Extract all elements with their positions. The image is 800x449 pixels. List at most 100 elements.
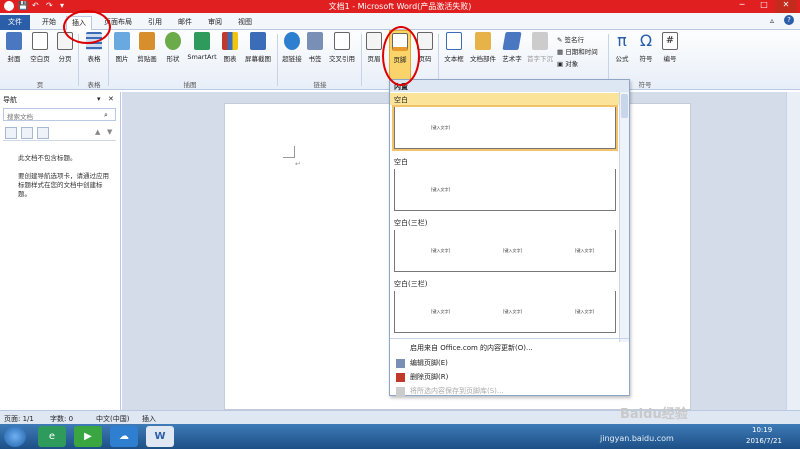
placeholder-text: [键入文字]	[503, 309, 523, 314]
footer-gallery-dropdown: 内置 空白 [键入文字] 空白 [键入文字] 空白(三栏) [键入文字] [键入…	[389, 79, 630, 396]
help-icon[interactable]: ?	[784, 15, 794, 25]
menu-remove-footer[interactable]: 删除页脚(R)	[394, 371, 626, 383]
menu-edit-footer[interactable]: 编辑页脚(E)	[394, 357, 626, 369]
screenshot-button[interactable]: 屏幕截图	[242, 32, 274, 63]
headings-view-icon[interactable]	[5, 127, 17, 139]
bookmark-button[interactable]: 书签	[306, 32, 324, 63]
template-label: 空白	[394, 158, 408, 166]
header-button[interactable]: 页眉	[364, 32, 384, 63]
results-view-icon[interactable]	[37, 127, 49, 139]
prev-result-icon[interactable]: ▲	[95, 128, 100, 136]
chart-icon	[222, 32, 238, 50]
crossref-button[interactable]: 交叉引用	[326, 32, 358, 63]
pi-icon: π	[617, 31, 627, 50]
iqiyi-icon[interactable]: ▶	[74, 426, 102, 447]
redo-icon[interactable]: ↷	[46, 1, 53, 11]
equation-button[interactable]: π 公式	[612, 31, 632, 64]
remove-footer-icon	[396, 373, 405, 382]
gallery-section-header: 内置	[390, 80, 629, 92]
crossref-icon	[334, 32, 350, 50]
close-button[interactable]: ✕	[775, 0, 797, 13]
footer-template-three-column-2[interactable]: [键入文字] [键入文字] [键入文字]	[394, 291, 616, 333]
nav-menu-icon[interactable]: ▾	[97, 95, 101, 103]
insert-mode[interactable]: 插入	[142, 414, 156, 424]
margin-marker	[283, 146, 295, 158]
pages-view-icon[interactable]	[21, 127, 33, 139]
maximize-button[interactable]: □	[753, 0, 775, 13]
cover-page-button[interactable]: 封面	[4, 32, 24, 63]
browser-icon[interactable]: e	[38, 426, 66, 447]
search-icon[interactable]: ⌕	[104, 111, 108, 120]
next-result-icon[interactable]: ▼	[107, 128, 112, 136]
clipart-icon	[139, 32, 155, 50]
menu-save-selection[interactable]: 将所选内容保存到页脚库(S)...	[394, 385, 626, 397]
tab-file[interactable]: 文件	[0, 15, 30, 30]
textbox-button[interactable]: 文本框	[442, 32, 466, 63]
shapes-icon	[165, 32, 181, 50]
header-icon	[366, 32, 382, 50]
hyperlink-globe-icon	[284, 32, 300, 50]
footer-template-three-column[interactable]: [键入文字] [键入文字] [键入文字]	[394, 230, 616, 272]
hyperlink-button[interactable]: 超链接	[280, 32, 304, 63]
app-icon[interactable]: ☁	[110, 426, 138, 447]
group-label-illustrations: 插图	[183, 81, 197, 89]
datetime-button[interactable]: ▦ 日期和时间	[557, 46, 598, 56]
omega-icon: Ω	[639, 31, 653, 50]
dropcap-button[interactable]: 首字下沉	[526, 32, 554, 63]
template-label: 空白(三栏)	[394, 280, 428, 288]
ribbon-collapse-icon[interactable]: ▵	[770, 16, 774, 25]
undo-icon[interactable]: ↶	[32, 1, 39, 11]
nav-title: 导航	[3, 96, 17, 104]
save-icon[interactable]: 💾	[18, 1, 28, 11]
shapes-button[interactable]: 形状	[162, 32, 184, 63]
title-bar: 文档1 - Microsoft Word(产品激活失败) 💾 ↶ ↷ ▾ ─ □…	[0, 0, 800, 13]
footer-template-blank[interactable]: [键入文字]	[392, 105, 618, 151]
tab-view[interactable]: 视图	[232, 16, 258, 30]
page-number-icon	[417, 32, 433, 50]
symbol-button[interactable]: Ω 符号	[636, 31, 656, 64]
picture-icon	[114, 32, 130, 50]
tab-mailings[interactable]: 邮件	[172, 16, 198, 30]
footer-template-blank-2[interactable]: [键入文字]	[394, 169, 616, 211]
placeholder-text: [键入文字]	[431, 125, 451, 130]
clock-time[interactable]: 10:19	[752, 426, 772, 434]
placeholder-text: [键入文字]	[431, 187, 451, 192]
clock-date[interactable]: 2016/7/21	[746, 437, 782, 445]
gallery-scrollbar[interactable]	[619, 92, 629, 342]
nav-close-icon[interactable]: ✕	[108, 95, 114, 103]
picture-button[interactable]: 图片	[112, 32, 132, 63]
smartart-button[interactable]: SmartArt	[186, 32, 218, 61]
start-button[interactable]	[4, 426, 26, 447]
customize-qat-icon[interactable]: ▾	[60, 1, 64, 11]
nav-view-tabs: ▲ ▼	[3, 127, 116, 141]
number-button[interactable]: # 编号	[660, 32, 680, 63]
minimize-button[interactable]: ─	[731, 0, 753, 13]
window-title: 文档1 - Microsoft Word(产品激活失败)	[328, 2, 472, 11]
vertical-scrollbar[interactable]	[786, 92, 800, 410]
signature-line-button[interactable]: ✎ 签名行	[557, 34, 584, 44]
scroll-thumb[interactable]	[621, 94, 628, 118]
word-count[interactable]: 字数: 0	[50, 414, 73, 424]
placeholder-text: [键入文字]	[575, 309, 595, 314]
tab-references[interactable]: 引用	[142, 16, 168, 30]
quickparts-icon	[475, 32, 491, 50]
annotation-circle-insert	[63, 10, 111, 44]
word-taskbar-icon[interactable]: W	[146, 426, 174, 447]
tab-review[interactable]: 审阅	[202, 16, 228, 30]
watermark-text: Baidu经验	[620, 407, 688, 422]
object-button[interactable]: ▣ 对象	[557, 58, 578, 68]
chart-button[interactable]: 图表	[220, 32, 240, 63]
page-count[interactable]: 页面: 1/1	[4, 414, 34, 424]
edit-footer-icon	[396, 359, 405, 368]
wordart-button[interactable]: 艺术字	[500, 32, 524, 63]
group-label-tables: 表格	[87, 81, 101, 89]
group-label-pages: 页	[36, 81, 44, 89]
blank-page-button[interactable]: 空白页	[28, 32, 52, 63]
clipart-button[interactable]: 剪贴画	[134, 32, 160, 63]
menu-office-content[interactable]: 启用来自 Office.com 的内容更新(O)...	[394, 342, 626, 354]
language-status[interactable]: 中文(中国)	[96, 414, 129, 424]
nav-search-input[interactable]: 搜索文档	[3, 108, 116, 121]
tab-home[interactable]: 开始	[36, 16, 62, 30]
word-app-icon[interactable]	[4, 1, 14, 11]
quickparts-button[interactable]: 文档部件	[468, 32, 498, 63]
